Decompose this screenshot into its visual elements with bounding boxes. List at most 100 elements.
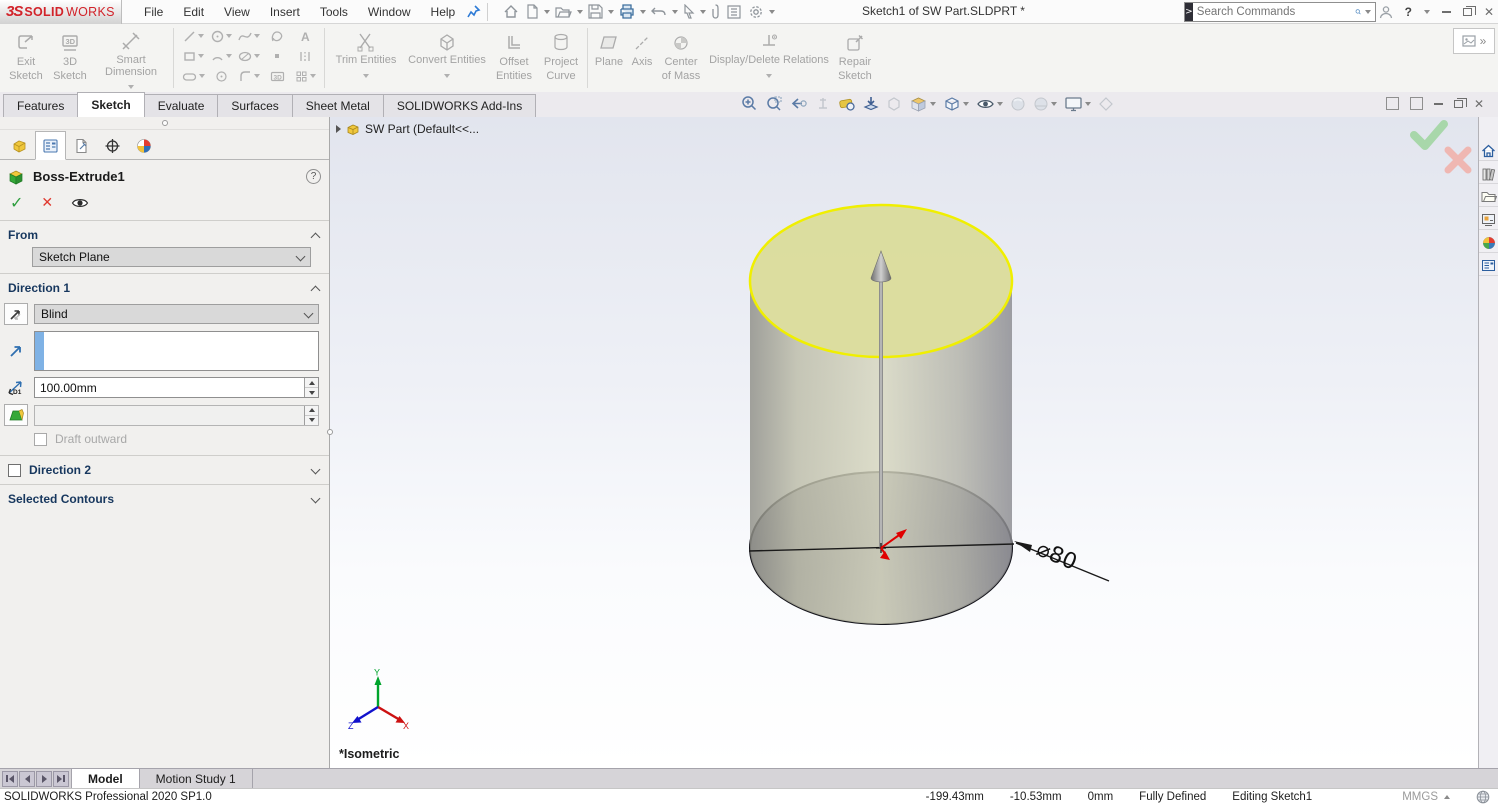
exit-sketch-button[interactable]: ExitSketch xyxy=(4,28,48,84)
custom-properties-icon[interactable] xyxy=(1479,256,1498,276)
point-tool-icon[interactable] xyxy=(263,46,291,66)
expand-icon[interactable] xyxy=(311,493,321,503)
rectangle-tool-icon[interactable] xyxy=(179,46,207,66)
convert-caret-icon[interactable] xyxy=(444,74,450,78)
print-caret-icon[interactable] xyxy=(640,10,646,14)
splitter-handle[interactable] xyxy=(327,429,333,435)
close-button[interactable]: ✕ xyxy=(1484,6,1494,18)
tab-features[interactable]: Features xyxy=(3,94,78,117)
menu-tools[interactable]: Tools xyxy=(310,2,358,22)
depth-spinner[interactable] xyxy=(304,378,318,397)
offset-entities-button[interactable]: OffsetEntities xyxy=(490,28,538,84)
direction1-section-header[interactable]: Direction 1 xyxy=(0,274,329,300)
doc-close-button[interactable]: ✕ xyxy=(1474,98,1484,110)
hide-show-items-icon[interactable] xyxy=(976,97,1003,111)
end-condition-dropdown[interactable]: Blind xyxy=(34,304,319,324)
menu-view[interactable]: View xyxy=(214,2,260,22)
reverse-direction-button[interactable] xyxy=(4,303,28,325)
polygon-tool-icon[interactable] xyxy=(207,66,235,86)
view-settings-icon[interactable] xyxy=(1064,96,1091,112)
options-list-button[interactable] xyxy=(725,4,743,20)
draft-button[interactable] xyxy=(4,404,28,426)
doc-restore-button[interactable] xyxy=(1454,100,1463,108)
tab-motion-study[interactable]: Motion Study 1 xyxy=(140,769,253,788)
direction2-checkbox[interactable] xyxy=(8,464,21,477)
doc-minimize-button[interactable] xyxy=(1434,103,1443,105)
confirmation-cancel-icon[interactable] xyxy=(1443,145,1473,175)
settings-caret-icon[interactable] xyxy=(769,10,775,14)
zoom-to-fit-icon[interactable] xyxy=(740,95,758,113)
section-view-icon[interactable] xyxy=(863,95,879,113)
3d-sketch-button[interactable]: 3D 3DSketch xyxy=(48,28,92,84)
tab-dimxpert-icon[interactable] xyxy=(97,133,128,159)
prev-study-button[interactable] xyxy=(19,771,35,787)
tab-evaluate[interactable]: Evaluate xyxy=(144,94,219,117)
tag-globe-icon[interactable] xyxy=(1476,790,1490,804)
tab-display-manager-icon[interactable] xyxy=(128,133,159,159)
smart-dimension-button[interactable]: Smart Dimension xyxy=(92,28,170,89)
open-file-button[interactable] xyxy=(553,4,574,20)
circle-tool-icon[interactable] xyxy=(207,26,235,46)
expand-icon[interactable] xyxy=(311,464,321,474)
menu-help[interactable]: Help xyxy=(421,2,466,22)
units-caret-icon[interactable] xyxy=(1444,795,1450,799)
split-right-icon[interactable] xyxy=(1410,97,1423,110)
pin-menu-icon[interactable] xyxy=(467,4,482,19)
collapse-icon[interactable] xyxy=(311,232,321,242)
zoom-to-area-icon[interactable] xyxy=(765,95,783,113)
menu-window[interactable]: Window xyxy=(358,2,421,22)
last-study-button[interactable] xyxy=(53,771,69,787)
display-style-icon[interactable] xyxy=(943,95,969,113)
ok-button[interactable]: ✓ xyxy=(10,193,23,212)
home-button[interactable] xyxy=(501,3,521,20)
tab-solidworks-addins[interactable]: SOLIDWORKS Add-Ins xyxy=(383,94,536,117)
task-pane-peek[interactable]: » xyxy=(1453,28,1495,54)
view-palette-icon[interactable] xyxy=(1479,210,1498,230)
open-file-caret-icon[interactable] xyxy=(577,10,583,14)
project-curve-button[interactable]: ProjectCurve xyxy=(538,28,584,84)
menu-edit[interactable]: Edit xyxy=(173,2,214,22)
direction2-section-header[interactable]: Direction 2 xyxy=(0,456,329,482)
cancel-button[interactable]: ✕ xyxy=(41,195,53,211)
3d-convert-icon[interactable]: 3D xyxy=(263,66,291,86)
graphics-viewport[interactable]: ⌀80 SW Part (Default<<... xyxy=(330,117,1478,768)
units-selector[interactable]: MMGS xyxy=(1402,791,1438,803)
convert-entities-button[interactable]: Convert Entities xyxy=(404,28,490,78)
from-dropdown[interactable]: Sketch Plane xyxy=(32,247,311,267)
collapse-icon[interactable] xyxy=(311,285,321,295)
panel-grip[interactable] xyxy=(0,117,329,130)
mirror-tool-icon[interactable] xyxy=(291,46,319,66)
preview-eye-button[interactable] xyxy=(71,197,89,209)
restore-button[interactable] xyxy=(1463,8,1472,16)
new-file-caret-icon[interactable] xyxy=(544,10,550,14)
text-tool-icon[interactable]: A xyxy=(291,26,319,46)
tree-expand-icon[interactable] xyxy=(336,125,341,133)
print-button[interactable] xyxy=(617,3,637,20)
settings-gear-button[interactable] xyxy=(746,3,766,21)
tab-property-manager-icon[interactable] xyxy=(35,131,66,160)
tab-sketch[interactable]: Sketch xyxy=(77,92,144,117)
smart-dimension-caret-icon[interactable] xyxy=(128,85,134,89)
repair-sketch-button[interactable]: RepairSketch xyxy=(833,28,877,84)
trim-entities-button[interactable]: Trim Entities xyxy=(328,28,404,78)
tab-sheet-metal[interactable]: Sheet Metal xyxy=(292,94,384,117)
tab-model[interactable]: Model xyxy=(71,769,140,788)
menu-file[interactable]: File xyxy=(134,2,173,22)
tree-root-label[interactable]: SW Part (Default<<... xyxy=(365,122,479,136)
menu-insert[interactable]: Insert xyxy=(260,2,310,22)
first-study-button[interactable] xyxy=(2,771,18,787)
line-tool-icon[interactable] xyxy=(179,26,207,46)
fillet-tool-icon[interactable] xyxy=(235,66,263,86)
undo-button[interactable] xyxy=(649,4,669,19)
trim-caret-icon[interactable] xyxy=(363,74,369,78)
attach-button[interactable] xyxy=(709,3,722,20)
minimize-button[interactable] xyxy=(1442,11,1451,13)
axis-button[interactable]: Axis xyxy=(627,28,657,70)
display-delete-relations-button[interactable]: Display/Delete Relations xyxy=(705,28,833,78)
plane-button[interactable]: Plane xyxy=(591,28,627,70)
save-button[interactable] xyxy=(586,3,605,20)
ddr-caret-icon[interactable] xyxy=(766,74,772,78)
new-file-button[interactable] xyxy=(524,3,541,20)
help-button[interactable]: ? xyxy=(1405,6,1412,18)
help-icon[interactable]: ? xyxy=(306,169,321,184)
